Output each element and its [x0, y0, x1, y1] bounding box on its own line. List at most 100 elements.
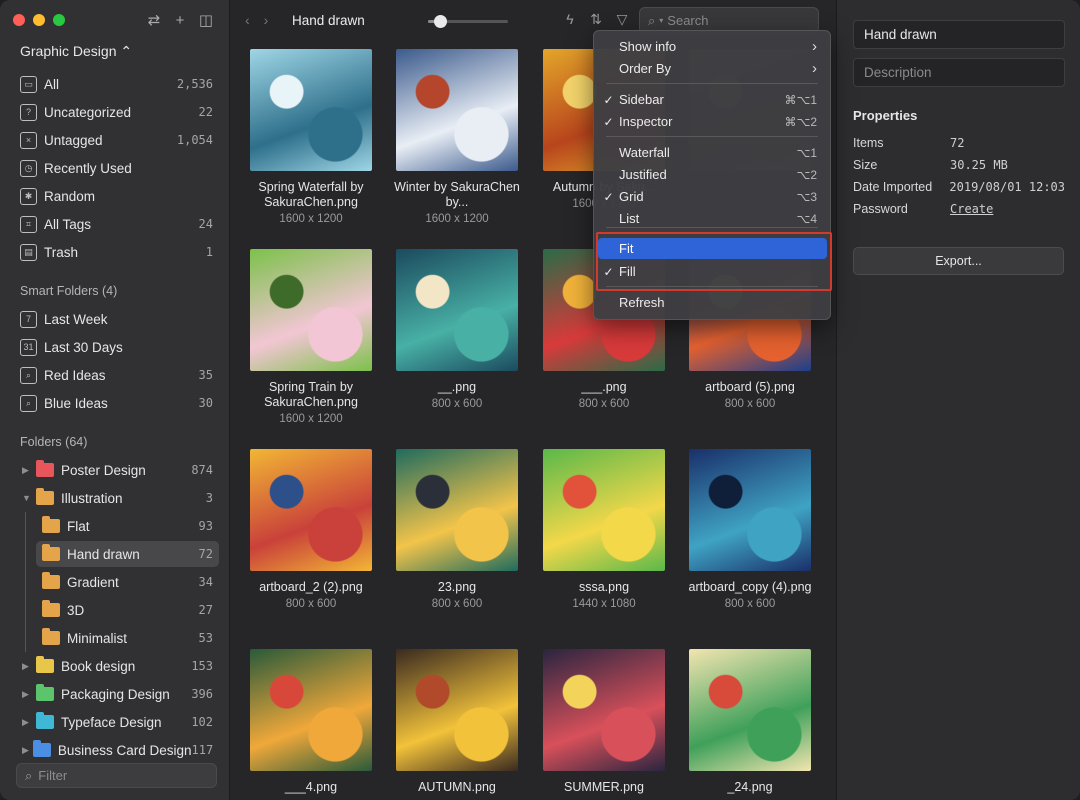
image-thumbnail[interactable] [396, 249, 518, 371]
forward-icon[interactable]: › [264, 12, 269, 28]
folder-poster-design[interactable]: ▶ Poster Design 874 [12, 457, 219, 483]
folder-packaging-design[interactable]: ▶ Packaging Design 396 [12, 681, 219, 707]
menu-item-list[interactable]: List ⌥4 [598, 208, 827, 229]
image-thumbnail[interactable] [543, 649, 665, 771]
close-window-button[interactable] [13, 14, 25, 26]
zoom-window-button[interactable] [53, 14, 65, 26]
menu-item-waterfall[interactable]: Waterfall ⌥1 [598, 142, 827, 163]
smart-folder-last-week[interactable]: 7 Last Week [12, 306, 219, 332]
smart-folder-blue-ideas[interactable]: ⌕ Blue Ideas 30 [12, 390, 219, 416]
folder-count: 153 [191, 659, 213, 673]
image-thumbnail[interactable] [250, 49, 372, 171]
create-password-link[interactable]: Create [950, 202, 993, 216]
zoom-slider[interactable] [428, 15, 508, 28]
smart-folders-header: Smart Folders (4) [20, 284, 118, 298]
sidebar-item-trash[interactable]: ▤ Trash 1 [12, 239, 219, 265]
description-field[interactable]: Description [853, 58, 1065, 87]
image-thumbnail[interactable] [689, 649, 811, 771]
folder-minimalist[interactable]: Minimalist 53 [36, 625, 219, 651]
breadcrumb: Hand drawn [292, 13, 365, 28]
grid-item[interactable]: 23.png 800 x 600 [384, 449, 530, 610]
image-thumbnail[interactable] [396, 49, 518, 171]
sidebar-item-uncategorized[interactable]: ? Uncategorized 22 [12, 99, 219, 125]
image-dimensions: 800 x 600 [724, 598, 776, 610]
image-thumbnail[interactable] [543, 449, 665, 571]
toolbar-icons: ϟ ⇅ ▽ [562, 11, 630, 28]
sidebar-item-random[interactable]: ✱ Random [12, 183, 219, 209]
grid-item[interactable]: __.png 800 x 600 [384, 249, 530, 410]
zoom-slider-knob[interactable] [434, 15, 448, 28]
image-thumbnail[interactable] [396, 649, 518, 771]
grid-item[interactable]: Spring Train by SakuraChen.png 1600 x 12… [238, 249, 384, 425]
chevron-right-icon[interactable]: ▶ [22, 465, 32, 476]
sidebar-item-recently-used[interactable]: ◷ Recently Used [12, 155, 219, 181]
menu-separator [606, 136, 818, 137]
folder-label: Flat [67, 518, 90, 534]
grid-item[interactable]: AUTUMN.png [384, 649, 530, 798]
export-button[interactable]: Export... [853, 247, 1064, 275]
folder-typeface-design[interactable]: ▶ Typeface Design 102 [12, 709, 219, 735]
property-key: Items [853, 136, 884, 150]
grid-item[interactable]: SUMMER.png [531, 649, 677, 798]
image-filename: _24.png [727, 780, 773, 794]
grid-item[interactable]: Spring Waterfall by SakuraChen.png 1600 … [238, 49, 384, 225]
folder-icon [42, 628, 60, 645]
smart-folder-last-30-days[interactable]: 31 Last 30 Days [12, 334, 219, 360]
menu-item-inspector[interactable]: ✓ Inspector ⌘⌥2 [598, 111, 827, 132]
folder-count: 102 [191, 715, 213, 729]
folder-book-design[interactable]: ▶ Book design 153 [12, 653, 219, 679]
menu-item-show-info[interactable]: Show info › [598, 36, 827, 57]
menu-item-order-by[interactable]: Order By › [598, 58, 827, 79]
library-switcher[interactable]: Graphic Design ⌃ [20, 43, 132, 60]
checkmark-icon: ✓ [603, 114, 614, 129]
chevron-right-icon[interactable]: ▶ [22, 661, 32, 672]
bolt-icon[interactable]: ϟ [562, 11, 578, 28]
folder-gradient[interactable]: Gradient 34 [36, 569, 219, 595]
folder-business-card-design[interactable]: ▶ Business Card Design 117 [12, 737, 219, 763]
folder-3d[interactable]: 3D 27 [36, 597, 219, 623]
filter-funnel-icon[interactable]: ▽ [614, 11, 630, 28]
folder-icon [42, 572, 60, 589]
image-dimensions: 800 x 600 [431, 598, 483, 610]
folder-title-field[interactable]: Hand drawn [853, 20, 1065, 49]
folder-flat[interactable]: Flat 93 [36, 513, 219, 539]
folder-icon [36, 460, 54, 477]
smart-folder-label: Blue Ideas [44, 395, 108, 411]
folder-hand-drawn[interactable]: Hand drawn 72 [36, 541, 219, 567]
sidebar-item-all-tags[interactable]: ⌗ All Tags 24 [12, 211, 219, 237]
grid-item[interactable]: Winter by SakuraChen by... 1600 x 1200 [384, 49, 530, 225]
image-thumbnail[interactable] [250, 249, 372, 371]
back-icon[interactable]: ‹ [245, 12, 250, 28]
add-icon[interactable]: + [172, 11, 188, 29]
filter-box[interactable]: ⌕ [16, 763, 217, 788]
menu-item-refresh[interactable]: Refresh [598, 292, 827, 313]
sidebar-item-untagged[interactable]: × Untagged 1,054 [12, 127, 219, 153]
grid-item[interactable]: _24.png [677, 649, 823, 798]
grid-item[interactable]: artboard_copy (4).png 800 x 600 [677, 449, 823, 610]
grid-item[interactable]: artboard_2 (2).png 800 x 600 [238, 449, 384, 610]
chevron-right-icon[interactable]: ▶ [22, 717, 32, 728]
chevron-right-icon[interactable]: ▶ [22, 689, 32, 700]
image-thumbnail[interactable] [396, 449, 518, 571]
chevron-down-icon[interactable]: ▼ [22, 493, 32, 503]
filter-input[interactable] [38, 768, 199, 783]
image-thumbnail[interactable] [250, 649, 372, 771]
image-thumbnail[interactable] [250, 449, 372, 571]
smart-folder-red-ideas[interactable]: ⌕ Red Ideas 35 [12, 362, 219, 388]
grid-item[interactable]: ___4.png [238, 649, 384, 798]
smart-folder-count: 35 [198, 368, 213, 382]
menu-item-justified[interactable]: Justified ⌥2 [598, 164, 827, 185]
menu-item-sidebar[interactable]: ✓ Sidebar ⌘⌥1 [598, 89, 827, 110]
sidebar-item-all[interactable]: ▭ All 2,536 [12, 71, 219, 97]
menu-item-grid[interactable]: ✓ Grid ⌥3 [598, 186, 827, 207]
sort-icon[interactable]: ⇅ [588, 11, 604, 28]
image-thumbnail[interactable] [689, 449, 811, 571]
minimize-window-button[interactable] [33, 14, 45, 26]
folder-illustration[interactable]: ▼ Illustration 3 [12, 485, 219, 511]
folder-label: Book design [61, 658, 136, 674]
swap-library-icon[interactable]: ⇄ [146, 11, 162, 29]
grid-item[interactable]: sssa.png 1440 x 1080 [531, 449, 677, 610]
chevron-right-icon[interactable]: ▶ [22, 745, 29, 756]
image-filename: Winter by SakuraChen by... [394, 180, 520, 209]
toggle-sidebar-icon[interactable]: ◫ [198, 11, 214, 29]
